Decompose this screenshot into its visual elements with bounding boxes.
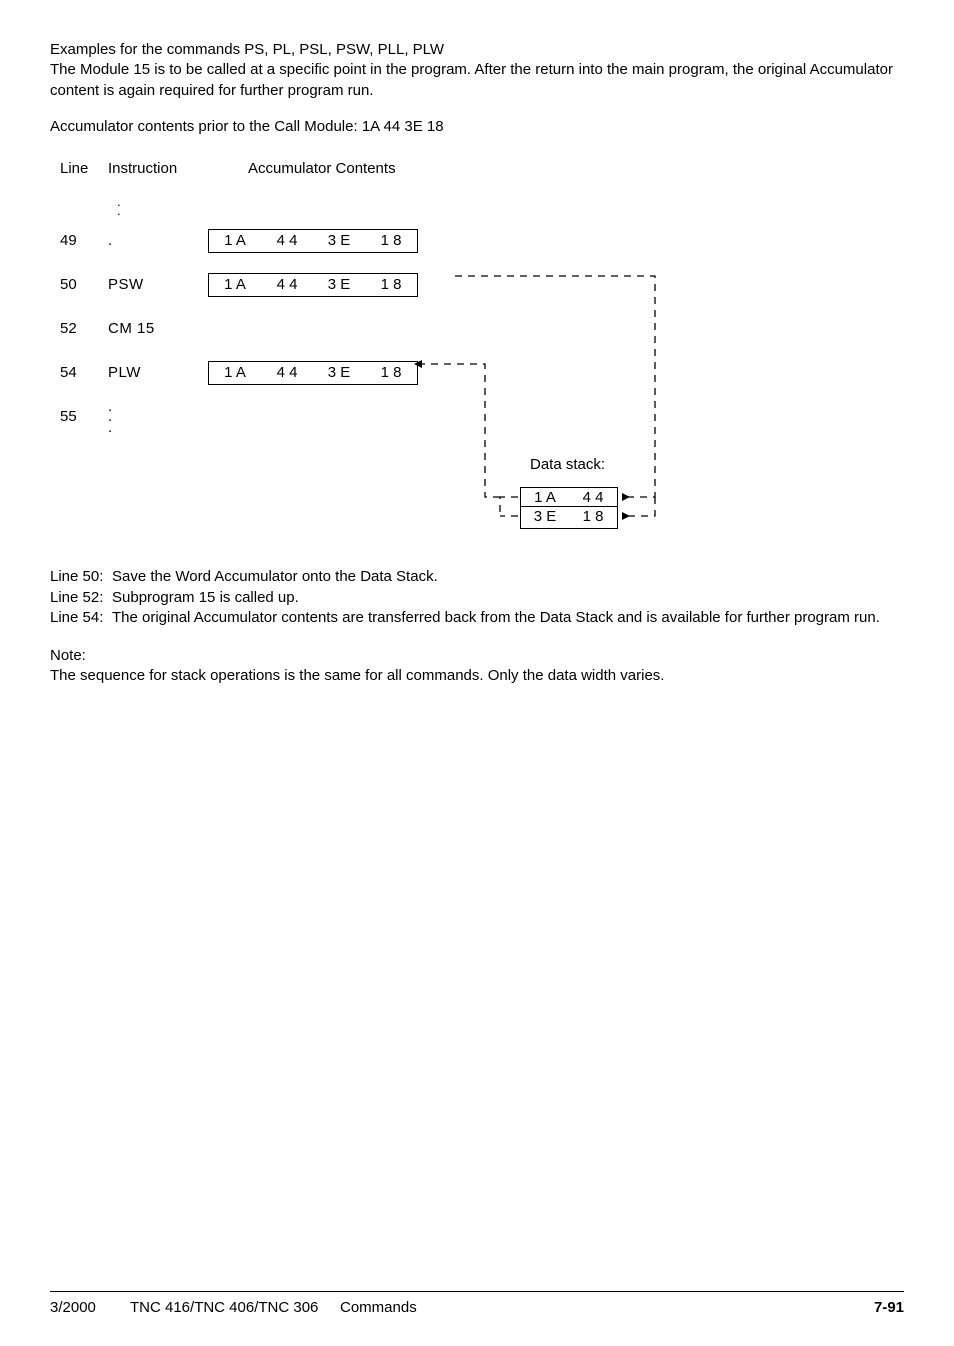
footer-page-prefix: 7-	[874, 1299, 887, 1316]
footer-section: Commands	[340, 1298, 874, 1318]
acc-byte: 1 A	[209, 362, 261, 384]
acc-byte: 4 4	[261, 230, 313, 252]
acc-byte: 1 A	[209, 274, 261, 296]
vertical-dots-icon: ...	[108, 402, 208, 434]
explain-label: Line 54:	[50, 608, 112, 628]
instruction: .	[108, 231, 208, 251]
table-row: 50 PSW 1 A 4 4 3 E 1 8	[60, 265, 904, 305]
acc-byte: 3 E	[313, 230, 365, 252]
vertical-dots-icon: ..	[117, 197, 121, 215]
explain-text: Subprogram 15 is called up.	[112, 588, 904, 608]
table-row: 52 CM 15	[60, 309, 904, 349]
explain-label: Line 52:	[50, 588, 112, 608]
example-paragraph: The Module 15 is to be called at a speci…	[50, 60, 904, 101]
line-number: 52	[60, 319, 108, 339]
acc-byte: 1 8	[365, 362, 417, 384]
acc-byte: 1 A	[209, 230, 261, 252]
instruction: PSW	[108, 275, 208, 295]
table-row: 55 ...	[60, 397, 904, 437]
col-header-accum: Accumulator Contents	[208, 159, 904, 179]
stack-row: 3 E 1 8	[520, 506, 618, 528]
line-number: 49	[60, 231, 108, 251]
footer-date: 3/2000	[50, 1298, 130, 1318]
line-number: 55	[60, 407, 108, 427]
example-title: Examples for the commands PS, PL, PSL, P…	[50, 40, 904, 60]
table-row: 49 . 1 A 4 4 3 E 1 8	[60, 221, 904, 261]
stack-byte: 1 8	[569, 507, 617, 527]
acc-byte: 4 4	[261, 274, 313, 296]
acc-byte: 3 E	[313, 274, 365, 296]
stack-byte: 3 E	[521, 507, 569, 527]
note-text: The sequence for stack operations is the…	[50, 666, 904, 686]
footer-product: TNC 416/TNC 406/TNC 306	[130, 1298, 340, 1318]
page-footer: 3/2000 TNC 416/TNC 406/TNC 306 Commands …	[50, 1291, 904, 1318]
accum-prior-line: Accumulator contents prior to the Call M…	[50, 117, 904, 137]
explain-label: Line 50:	[50, 567, 112, 587]
line-number: 50	[60, 275, 108, 295]
footer-page-num: 91	[887, 1299, 904, 1316]
explain-text: The original Accumulator contents are tr…	[112, 608, 904, 628]
footer-page: 7-91	[874, 1298, 904, 1318]
col-header-line: Line	[60, 159, 108, 179]
acc-byte: 3 E	[313, 362, 365, 384]
accumulator-box: 1 A 4 4 3 E 1 8	[208, 229, 418, 253]
note-title: Note:	[50, 646, 904, 666]
table-row: 54 PLW 1 A 4 4 3 E 1 8	[60, 353, 904, 393]
acc-byte: 1 8	[365, 230, 417, 252]
acc-byte: 1 8	[365, 274, 417, 296]
data-stack-label: Data stack:	[530, 455, 605, 475]
instruction: PLW	[108, 363, 208, 383]
accumulator-box: 1 A 4 4 3 E 1 8	[208, 361, 418, 385]
diagram-area: .. 49 . 1 A 4 4 3 E 1 8 50 PSW 1 A 4 4 3…	[60, 197, 904, 537]
line-number: 54	[60, 363, 108, 383]
instruction: CM 15	[108, 319, 208, 339]
col-header-instr: Instruction	[108, 159, 208, 179]
explain-text: Save the Word Accumulator onto the Data …	[112, 567, 904, 587]
acc-byte: 4 4	[261, 362, 313, 384]
explanation-block: Line 50: Save the Word Accumulator onto …	[50, 567, 904, 628]
accumulator-box: 1 A 4 4 3 E 1 8	[208, 273, 418, 297]
